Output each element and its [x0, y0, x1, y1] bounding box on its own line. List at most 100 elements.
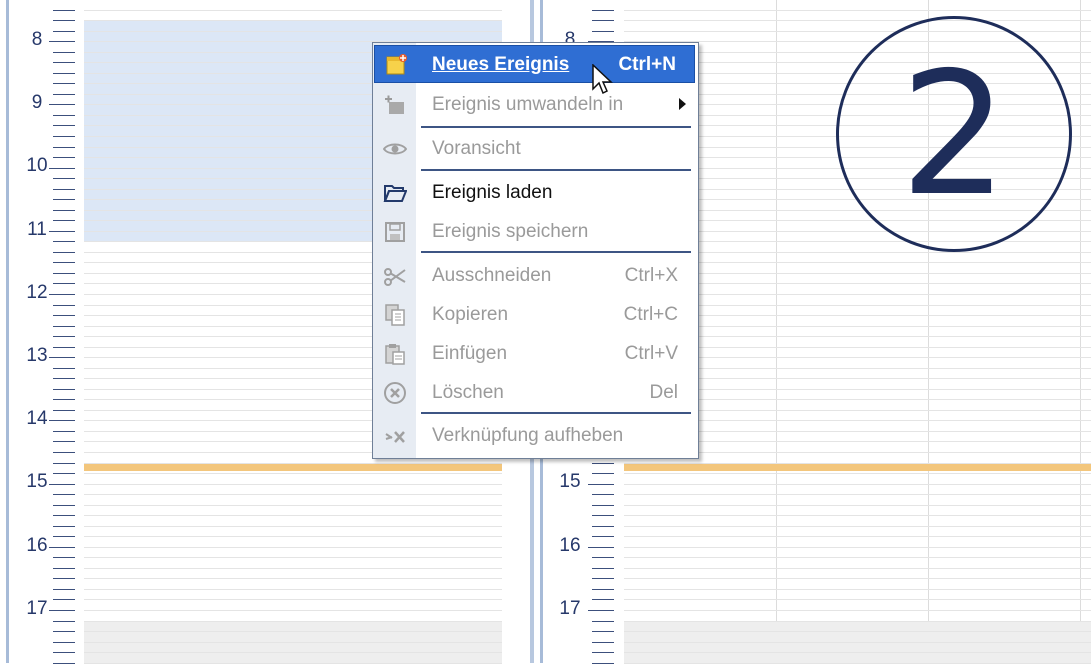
left-slot-line: [84, 494, 502, 495]
menu-item-label: Voransicht: [432, 138, 521, 159]
left-slot-line: [84, 505, 502, 506]
left-slot-line: [84, 31, 502, 32]
left-ruler-tick: [53, 621, 75, 622]
left-ruler-tick: [49, 104, 75, 105]
left-ruler-tick: [53, 410, 75, 411]
right-ruler-tick: [592, 631, 614, 632]
right-ruler-tick: [592, 505, 614, 506]
left-ruler-tick: [53, 631, 75, 632]
left-ruler-tick: [53, 20, 75, 21]
right-ruler-tick: [592, 494, 614, 495]
menu-separator: [421, 169, 691, 171]
left-slot-line: [84, 20, 502, 21]
menu-item-label: Ereignis speichern: [432, 221, 589, 242]
left-ruler-tick: [49, 357, 75, 358]
right-ruler-tick: [592, 526, 614, 527]
right-ruler-tick: [592, 568, 614, 569]
left-ruler-tick: [49, 168, 75, 169]
left-ruler-tick: [53, 125, 75, 126]
left-ruler-tick: [49, 420, 75, 421]
right-slot-line: [624, 589, 1091, 590]
left-ruler-tick: [53, 505, 75, 506]
right-ruler-tick: [592, 463, 614, 464]
menu-item-convert-event[interactable]: Ereignis umwandeln in: [373, 86, 698, 122]
left-slot-line: [84, 599, 502, 600]
left-slot-line: [84, 621, 502, 622]
left-slot-line: [84, 652, 502, 653]
right-slot-line: [624, 473, 1091, 474]
left-ruler-tick: [53, 252, 75, 253]
menu-separator: [421, 251, 691, 253]
menu-item-label: Verknüpfung aufheben: [432, 425, 624, 446]
unlink-icon: [383, 424, 407, 448]
left-slot-line: [84, 578, 502, 579]
right-ruler-tick: [592, 652, 614, 653]
eye-icon: [382, 137, 408, 161]
right-slot-line: [624, 642, 1091, 643]
left-slot-line: [84, 526, 502, 527]
right-ruler-hour-label: 15: [559, 471, 581, 493]
left-current-time-line: [84, 463, 502, 471]
menu-item-paste[interactable]: Einfügen Ctrl+V: [373, 335, 698, 371]
right-slot-line: [624, 568, 1091, 569]
menu-item-shortcut: Ctrl+V: [624, 343, 678, 364]
save-icon: [383, 220, 407, 244]
menu-item-unlink[interactable]: Verknüpfung aufheben: [373, 417, 698, 453]
menu-item-label: Einfügen: [432, 343, 508, 364]
right-slot-line: [624, 10, 1091, 11]
left-ruler-tick: [53, 199, 75, 200]
left-ruler-tick: [53, 220, 75, 221]
menu-item-label: Ausschneiden: [432, 265, 552, 286]
left-ruler-tick: [53, 441, 75, 442]
new-event-icon: [385, 53, 409, 77]
menu-item-shortcut: Del: [649, 382, 678, 403]
left-ruler-hour-label: 15: [26, 471, 48, 493]
menu-item-shortcut: Ctrl+C: [623, 304, 678, 325]
right-ruler-tick: [592, 20, 614, 21]
right-ruler-hour-label: 17: [559, 597, 581, 619]
menu-item-save-event[interactable]: Ereignis speichern: [373, 213, 698, 249]
left-ruler-tick: [53, 62, 75, 63]
menu-item-shortcut: Ctrl+N: [618, 54, 676, 75]
right-slot-line: [624, 494, 1091, 495]
left-ruler-tick: [53, 136, 75, 137]
right-ruler-tick: [592, 557, 614, 558]
menu-item-delete[interactable]: Löschen Del: [373, 374, 698, 410]
right-ruler-tick: [592, 10, 614, 11]
left-slot-line: [84, 568, 502, 569]
menu-item-new-event[interactable]: Neues Ereignis Ctrl+N: [374, 45, 695, 83]
right-current-time-line: [624, 463, 1091, 471]
left-ruler-tick: [53, 262, 75, 263]
menu-item-cut[interactable]: Ausschneiden Ctrl+X: [373, 257, 698, 293]
menu-separator: [421, 126, 691, 128]
menu-item-copy[interactable]: Kopieren Ctrl+C: [373, 296, 698, 332]
left-slot-line: [84, 463, 502, 464]
left-ruler-tick: [49, 610, 75, 611]
menu-item-label: Neues Ereignis: [432, 54, 570, 75]
left-ruler-tick: [53, 241, 75, 242]
left-slot-line: [84, 515, 502, 516]
left-ruler-tick: [49, 547, 75, 548]
right-slot-line: [624, 557, 1091, 558]
menu-item-preview[interactable]: Voransicht: [373, 130, 698, 166]
left-ruler-tick: [49, 41, 75, 42]
left-ruler-tick: [53, 463, 75, 464]
left-ruler-tick: [53, 515, 75, 516]
mouse-cursor-icon: [592, 63, 614, 101]
left-ruler-tick: [53, 10, 75, 11]
left-ruler-tick: [53, 347, 75, 348]
right-ruler-tick: [592, 578, 614, 579]
right-slot-line: [624, 621, 1091, 622]
scissors-icon: [383, 264, 407, 288]
right-slot-line: [624, 526, 1091, 527]
left-ruler-tick: [53, 589, 75, 590]
left-ruler-tick: [49, 484, 75, 485]
menu-item-load-event[interactable]: Ereignis laden: [373, 174, 698, 210]
left-ruler-tick: [53, 52, 75, 53]
left-slot-line: [84, 642, 502, 643]
left-ruler-tick: [53, 147, 75, 148]
left-ruler-tick: [53, 189, 75, 190]
left-ruler-tick: [53, 305, 75, 306]
left-ruler-tick: [53, 73, 75, 74]
right-ruler-tick: [592, 473, 614, 474]
